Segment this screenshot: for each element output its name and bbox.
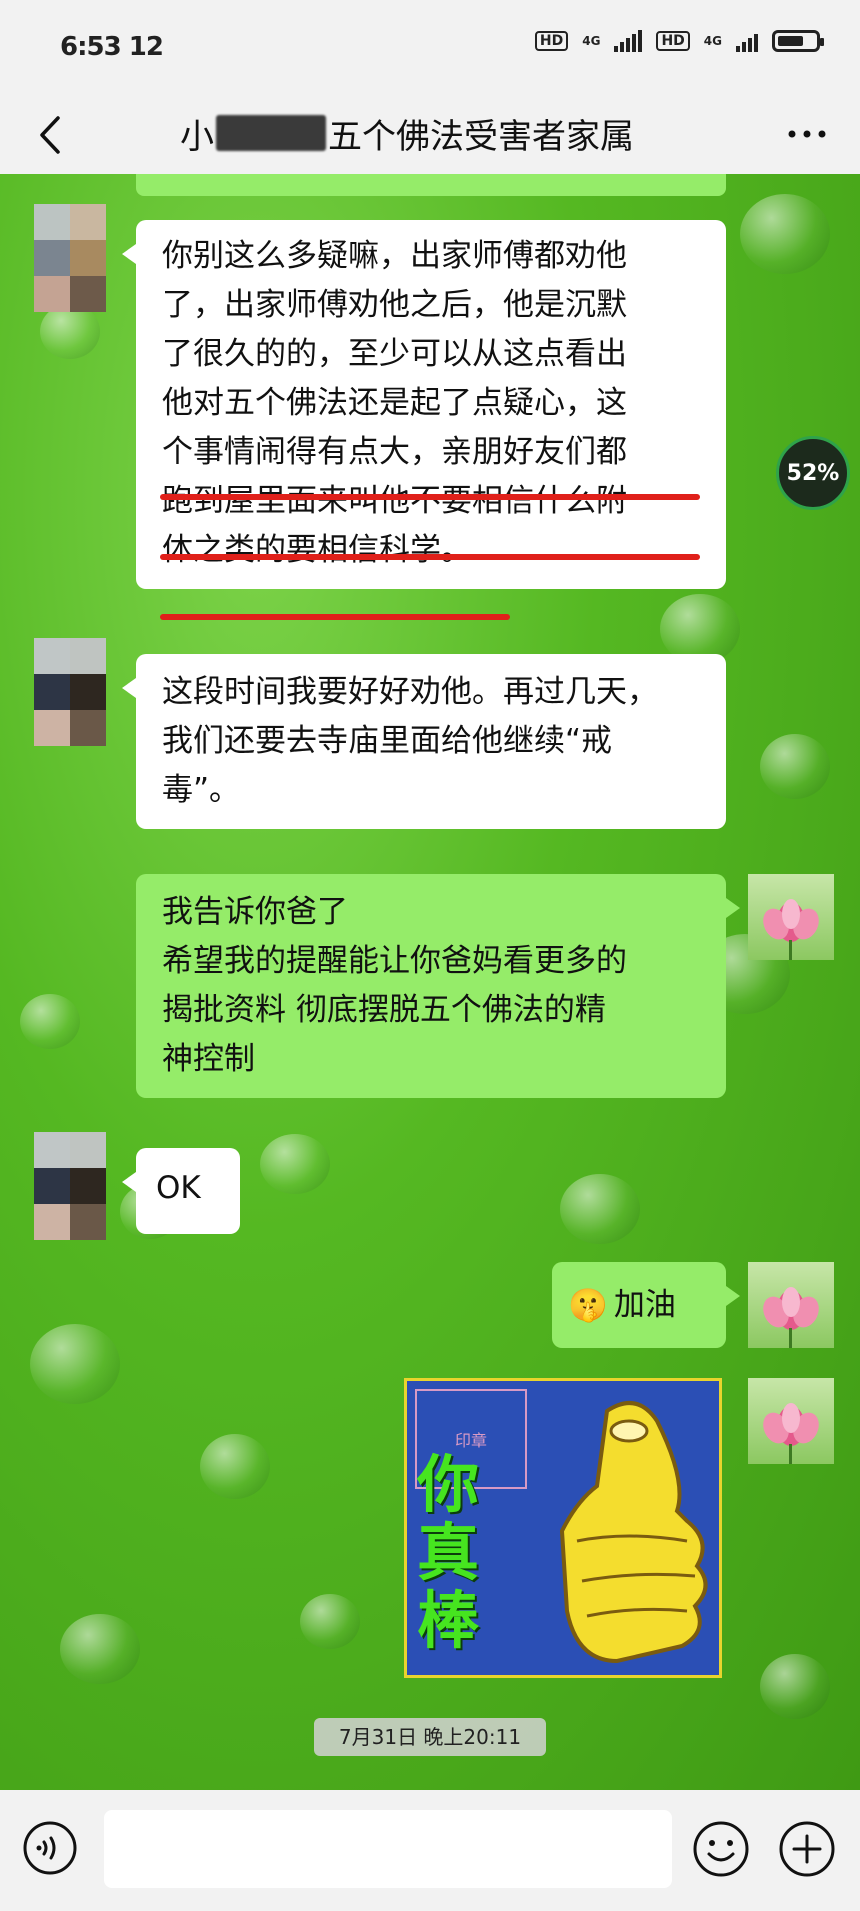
status-time: 6:53 12 (60, 32, 164, 62)
message-line: 我告诉你爸了 (162, 894, 348, 930)
emoji-icon[interactable] (692, 1820, 750, 1878)
sticker-text: 你真棒 (417, 1448, 480, 1657)
network-label-2: 4G (703, 34, 722, 48)
add-attachment-icon[interactable] (778, 1820, 836, 1878)
self-avatar[interactable] (748, 874, 834, 960)
avatar[interactable] (34, 204, 106, 312)
chat-title-prefix: 小 (180, 116, 214, 157)
hd-icon-2: HD (656, 31, 690, 51)
message-bubble[interactable]: OK (122, 1148, 240, 1234)
water-drop (760, 734, 830, 799)
avatar[interactable] (34, 1132, 106, 1240)
thumbs-up-icon (559, 1401, 708, 1664)
partial-bubble (136, 174, 726, 196)
status-bar: 6:53 12 HD 4G HD 4G (0, 0, 860, 96)
red-underline (160, 494, 700, 500)
message-line: 了很久的的，至少可以从这点看出 (162, 336, 627, 372)
message-line: 他对五个佛法还是起了点疑心，这 (162, 385, 627, 421)
water-drop (20, 994, 80, 1049)
message-line: OK (156, 1170, 201, 1206)
percent-badge: 52% (776, 436, 850, 510)
water-drop (740, 194, 830, 274)
signal-icon (614, 30, 643, 52)
self-avatar[interactable] (748, 1262, 834, 1348)
red-underline (160, 554, 700, 560)
redacted-name (216, 115, 326, 151)
water-drop (760, 1654, 830, 1719)
message-line: 了，出家师傅劝他之后，他是沉默 (162, 287, 627, 323)
hd-icon: HD (534, 31, 569, 51)
water-drop (60, 1614, 140, 1684)
shush-emoji-icon: 🤫 (568, 1285, 608, 1324)
lotus-icon (763, 1287, 819, 1348)
message-line: 神控制 (162, 1041, 255, 1077)
message-input[interactable] (104, 1810, 672, 1888)
water-drop (260, 1134, 330, 1194)
message-line: 体之类的要相信科学。 (162, 532, 472, 568)
water-drop (300, 1594, 360, 1649)
more-options-icon[interactable] (782, 114, 832, 154)
water-drop (40, 304, 100, 359)
red-underline (160, 614, 510, 620)
back-arrow-icon[interactable] (30, 110, 74, 160)
chat-title-suffix: 五个佛法受害者家属 (328, 116, 634, 157)
message-line: 你别这么多疑嘛，出家师傅都劝他 (162, 238, 627, 274)
battery-icon (772, 30, 824, 52)
message-line: 我们还要去寺庙里面给他继续“戒 (162, 723, 613, 759)
chat-area[interactable]: 你别这么多疑嘛，出家师傅都劝他 了，出家师傅劝他之后，他是沉默 了很久的的，至少… (0, 174, 860, 1790)
avatar[interactable] (34, 638, 106, 746)
thumbs-up-sticker[interactable]: 印章 你真棒 (404, 1378, 722, 1678)
chat-title: 小 五个佛法受害者家属 (180, 108, 680, 158)
message-timestamp: 7月31日 晚上20:11 (314, 1718, 546, 1756)
message-line: 这段时间我要好好劝他。再过几天， (162, 674, 658, 710)
chat-header: 小 五个佛法受害者家属 (0, 96, 860, 174)
message-bubble[interactable]: 我告诉你爸了 希望我的提醒能让你爸妈看更多的 揭批资料 彻底摆脱五个佛法的精 神… (136, 874, 740, 1098)
input-bar (0, 1790, 860, 1911)
message-line: 希望我的提醒能让你爸妈看更多的 (162, 943, 627, 979)
status-icons: HD 4G HD 4G (534, 30, 824, 52)
message-line: 揭批资料 彻底摆脱五个佛法的精 (162, 992, 606, 1028)
water-drop (200, 1434, 270, 1499)
message-bubble[interactable]: 这段时间我要好好劝他。再过几天， 我们还要去寺庙里面给他继续“戒 毒”。 (122, 654, 726, 829)
water-drop (560, 1174, 640, 1244)
message-line: 毒”。 (162, 772, 241, 808)
message-bubble[interactable]: 你别这么多疑嘛，出家师傅都劝他 了，出家师傅劝他之后，他是沉默 了很久的的，至少… (122, 220, 726, 589)
message-line: 跑到屋里面来叫他不要相信什么附 (162, 483, 627, 519)
wifi-signal-icon (736, 30, 758, 52)
percent-badge-text: 52% (786, 460, 840, 486)
battery-fill (778, 36, 804, 46)
message-bubble[interactable]: 🤫 加油 (552, 1262, 740, 1348)
self-avatar[interactable] (748, 1378, 834, 1464)
message-line: 个事情闹得有点大，亲朋好友们都 (162, 434, 627, 470)
network-label: 4G (582, 34, 601, 48)
message-line: 加油 (613, 1286, 676, 1323)
lotus-icon (763, 1403, 819, 1464)
voice-input-icon[interactable] (22, 1820, 78, 1876)
water-drop (30, 1324, 120, 1404)
lotus-icon (763, 899, 819, 960)
